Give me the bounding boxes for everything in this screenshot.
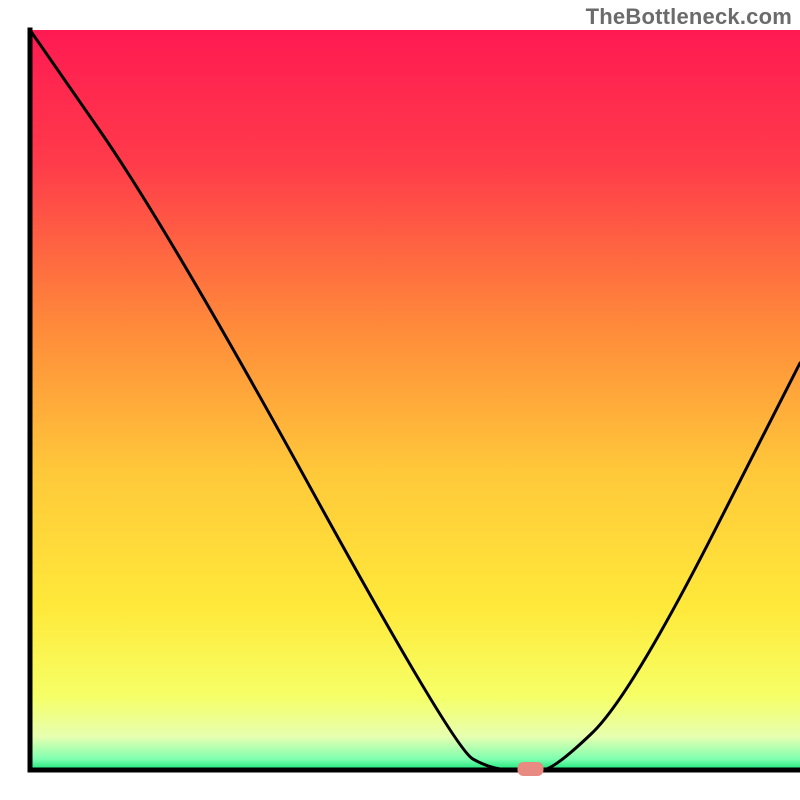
chart-stage: TheBottleneck.com bbox=[0, 0, 800, 800]
optimum-marker bbox=[518, 762, 544, 776]
gradient-background bbox=[30, 30, 800, 770]
bottleneck-chart bbox=[0, 0, 800, 800]
watermark-text: TheBottleneck.com bbox=[586, 4, 792, 30]
